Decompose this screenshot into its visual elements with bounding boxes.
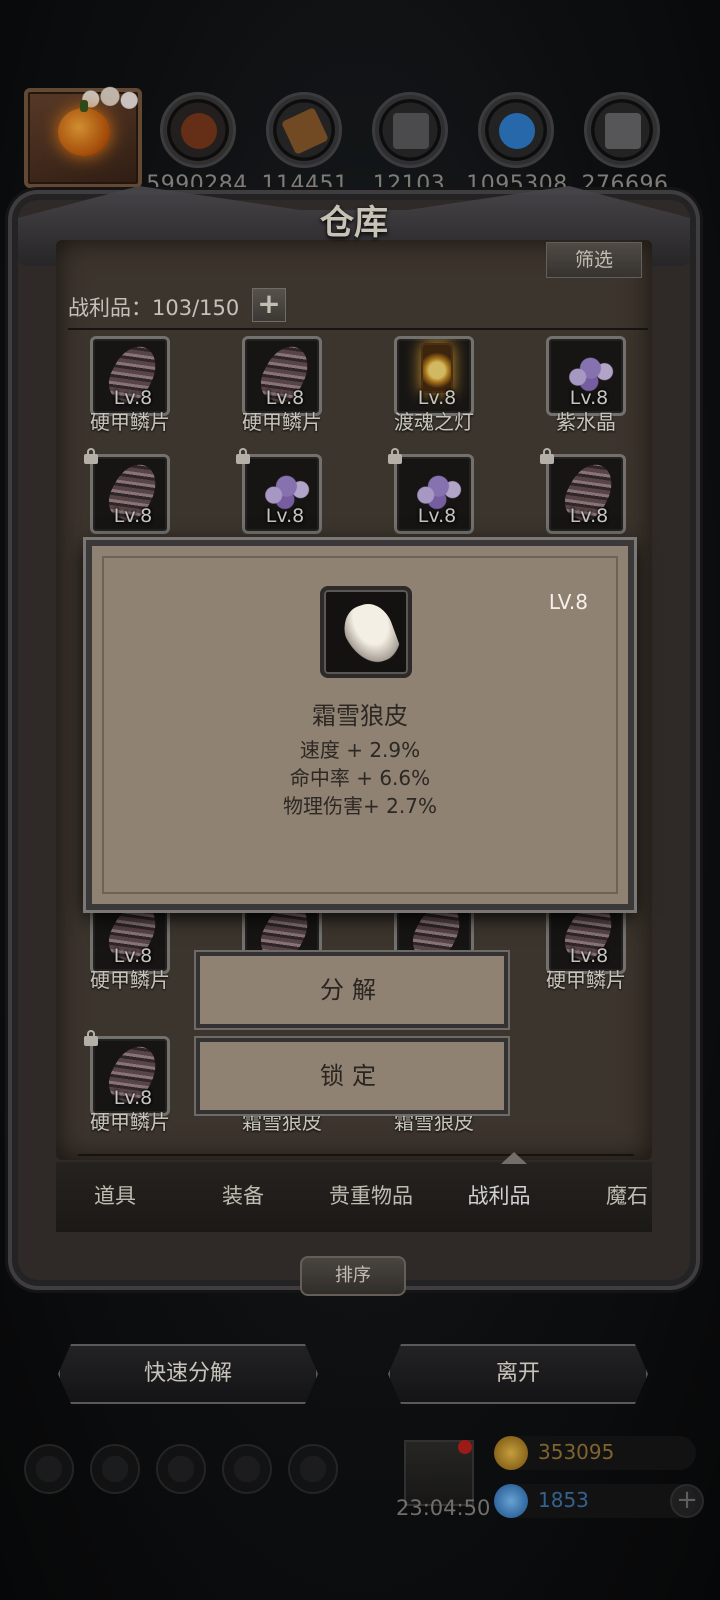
inventory-item[interactable]: Lv.8 紫水晶 (540, 336, 632, 446)
notification-dot (458, 1440, 472, 1454)
item-slot: Lv.8 (242, 454, 322, 534)
item-slot: Lv.8 (242, 336, 322, 416)
item-name: 渡魂之灯 (394, 410, 474, 434)
sort-button[interactable]: 排序 (300, 1256, 406, 1296)
item-slot: Lv.8 (90, 336, 170, 416)
inventory-item[interactable]: Lv.8 渡魂之灯 (388, 336, 480, 446)
gold-amount: 353095 (538, 1440, 615, 1464)
add-currency-button[interactable]: + (670, 1484, 704, 1518)
item-detail-popup: LV.8 霜雪狼皮 速度 + 2.9% 命中率 + 6.6% 物理伤害+ 2.7… (86, 540, 634, 910)
gift-timer: 23:04:50 (396, 1496, 491, 1520)
item-name: 硬甲鳞片 (90, 410, 170, 434)
gem-icon (494, 1484, 528, 1518)
filter-button[interactable]: 筛选 (546, 242, 642, 278)
item-name: 硬甲鳞片 (242, 410, 322, 434)
page-title: 仓库 (320, 203, 388, 243)
item-level: Lv.8 (265, 505, 305, 527)
expand-capacity-button[interactable]: + (252, 288, 286, 322)
inventory-item[interactable]: Lv.8 硬甲鳞片 (84, 1030, 176, 1146)
stone-resource-icon[interactable] (372, 92, 448, 168)
inventory-item[interactable]: Lv.8 硬甲鳞片 (236, 336, 328, 446)
item-level: Lv.8 (417, 505, 457, 527)
lock-icon (236, 448, 250, 464)
crystal-resource-icon[interactable] (478, 92, 554, 168)
meat-resource-icon[interactable] (160, 92, 236, 168)
item-name: 硬甲鳞片 (90, 1110, 170, 1134)
gem-amount: 1853 (538, 1488, 589, 1512)
stat-accuracy: 命中率 + 6.6% (289, 766, 431, 790)
item-icon-frame (320, 586, 412, 678)
tab-equipment[interactable]: 装备 (188, 1180, 298, 1210)
stat-speed: 速度 + 2.9% (299, 738, 421, 762)
map-icon[interactable] (288, 1444, 338, 1494)
pumpkin-avatar-icon (58, 100, 110, 156)
item-name: 硬甲鳞片 (546, 968, 626, 992)
tab-magic-stones[interactable]: 魔石 (572, 1180, 682, 1210)
active-tab-indicator-icon (501, 1150, 527, 1164)
settings-icon[interactable] (24, 1444, 74, 1494)
iron-resource-icon[interactable] (584, 92, 660, 168)
quick-decompose-button[interactable]: 快速分解 (58, 1344, 318, 1404)
wolf-pelt-icon (337, 597, 403, 671)
item-slot: Lv.8 (394, 336, 474, 416)
decompose-button[interactable]: 分解 (196, 952, 508, 1028)
inventory-item[interactable]: Lv.8 硬甲鳞片 (84, 336, 176, 446)
item-name: 霜雪狼皮 (312, 702, 408, 730)
stat-physical-damage: 物理伤害+ 2.7% (283, 794, 437, 818)
emblem-icon[interactable] (90, 1444, 140, 1494)
tab-valuables[interactable]: 贵重物品 (316, 1180, 426, 1210)
tab-loot[interactable]: 战利品 (444, 1180, 554, 1210)
capacity-row: 战利品：103/150 + (68, 284, 648, 330)
stone-amount: 12103 (372, 172, 446, 197)
lock-icon (388, 448, 402, 464)
lock-icon (84, 1030, 98, 1046)
item-slot: Lv.8 (90, 454, 170, 534)
lock-button[interactable]: 锁定 (196, 1038, 508, 1114)
item-slot: Lv.8 (546, 454, 626, 534)
guild-icon[interactable] (156, 1444, 206, 1494)
lock-icon (540, 448, 554, 464)
soul-lantern-icon (421, 343, 453, 393)
leave-button[interactable]: 离开 (388, 1344, 648, 1404)
item-slot: Lv.8 (90, 1036, 170, 1116)
gem-bar (500, 1484, 696, 1518)
item-level: Lv.8 (113, 505, 153, 527)
gold-coin-icon (494, 1436, 528, 1470)
tab-items[interactable]: 道具 (60, 1180, 170, 1210)
inventory-item[interactable]: Lv.8 硬甲鳞片 (84, 894, 176, 1004)
lock-icon (84, 448, 98, 464)
item-slot: Lv.8 (546, 336, 626, 416)
tab-bar: 道具 装备 贵重物品 战利品 魔石 (56, 1152, 652, 1232)
loot-count-label: 战利品：103/150 (68, 296, 240, 320)
item-level: Lv.8 (569, 505, 609, 527)
item-slot: Lv.8 (394, 454, 474, 534)
wood-amount: 114451 (261, 172, 349, 197)
mail-icon[interactable] (222, 1444, 272, 1494)
item-name: 硬甲鳞片 (90, 968, 170, 992)
inventory-item[interactable]: Lv.8 硬甲鳞片 (540, 894, 632, 1004)
player-avatar[interactable] (24, 86, 142, 188)
resource-bar: 5990284 114451 12103 1095308 276696 (0, 86, 720, 198)
wood-resource-icon[interactable] (266, 92, 342, 168)
divider (78, 1154, 634, 1156)
item-name: 紫水晶 (556, 410, 616, 434)
item-level: LV.8 (548, 590, 588, 614)
